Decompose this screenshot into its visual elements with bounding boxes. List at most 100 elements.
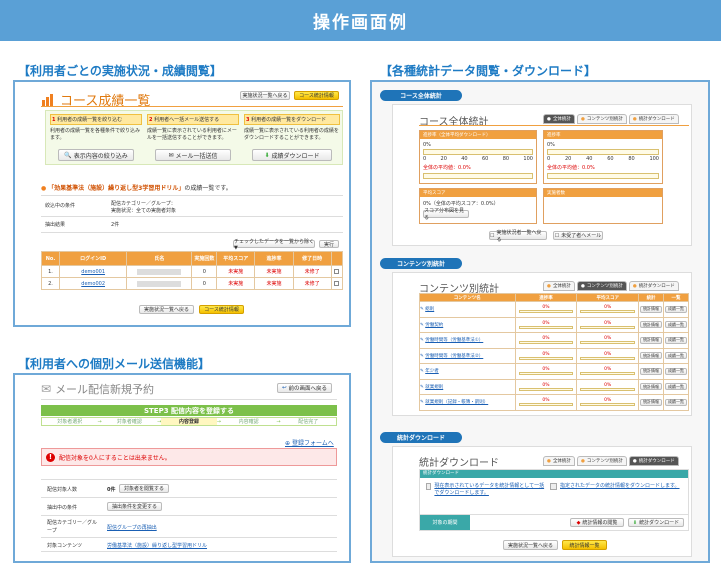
progress-bar xyxy=(518,341,574,345)
grade-list-button[interactable]: 成績一覧 xyxy=(665,398,687,406)
tab-overall[interactable]: ● 全体統計 xyxy=(543,114,575,124)
feature-3-head: 利用者の成績一覧をダウンロード xyxy=(251,117,327,123)
register-form-link-label: 登録フォームへ xyxy=(291,440,334,447)
tab-download[interactable]: ● 統計ダウンロード xyxy=(628,114,679,124)
circle-icon: ● xyxy=(547,458,551,464)
stat-cell: 統計情報 xyxy=(638,301,665,318)
stat-info-button[interactable]: 統計情報 xyxy=(640,352,663,360)
download-title: 統計ダウンロード xyxy=(419,458,499,469)
f1-value: 0件 xyxy=(107,487,116,493)
progress-right-scale-2 xyxy=(547,173,659,179)
check-action-select[interactable]: チェックしたデータを一覧から除く ▼ xyxy=(233,239,315,251)
download-back-button[interactable]: 実施状況一覧へ戻る xyxy=(503,540,558,550)
circle-icon: ● xyxy=(547,283,551,289)
list-cell: 成績一覧 xyxy=(663,378,689,395)
course-stats-button[interactable]: コース統計情報 xyxy=(294,91,339,100)
row-login-link[interactable]: demo002 xyxy=(58,277,128,290)
view-recipients-button[interactable]: 対象者を閲覧する xyxy=(119,484,169,493)
tab-overall-label: 全体統計 xyxy=(552,117,571,122)
content-name-link[interactable]: 労働時間等（労働基準法②） xyxy=(425,354,483,359)
tab-download[interactable]: ● 統計ダウンロード xyxy=(628,456,679,466)
score-cell: 0% xyxy=(576,332,640,349)
progress-left-avg: 全体の平均値：0.0% xyxy=(423,165,471,171)
stat-cell: 統計情報 xyxy=(638,363,665,380)
score-distribution-button[interactable]: スコア分布図を見る xyxy=(423,208,469,221)
content-name-link[interactable]: 労働時間等（労働基準法①） xyxy=(425,338,483,343)
stats-download-button[interactable]: ⬇ 統計ダウンロード xyxy=(628,518,684,527)
tab-download-label: 統計ダウンロード xyxy=(638,284,675,289)
col-list: 一覧 xyxy=(663,293,689,302)
tab-contents[interactable]: ● コンテンツ別統計 xyxy=(576,114,627,124)
list-cell: 成績一覧 xyxy=(663,347,689,364)
content-name-link[interactable]: 労働契約 xyxy=(425,323,443,328)
stats-view-button[interactable]: ◆ 統計情報の閲覧 xyxy=(570,518,624,527)
grades-download-button[interactable]: ⬇ 成績ダウンロード xyxy=(252,149,332,161)
f4-value-link[interactable]: 労働基準法（施設）繰り返し型学習用ドリル xyxy=(107,542,207,549)
stat-info-button[interactable]: 統計情報 xyxy=(640,305,663,313)
row-no: 2. xyxy=(41,277,60,290)
f3-value-link[interactable]: 配信グループの再抽出 xyxy=(107,524,157,531)
bulk-mail-button[interactable]: ✉ メール一括送信 xyxy=(155,149,231,161)
score-bar xyxy=(580,387,636,391)
score-cell: 0% xyxy=(576,316,640,333)
row-checkbox[interactable] xyxy=(330,277,344,290)
grade-list-button[interactable]: 成績一覧 xyxy=(665,336,687,344)
tab-contents[interactable]: ● コンテンツ別統計 xyxy=(576,281,627,291)
content-name-link[interactable]: 就業規則（記録・帳簿・罰則） xyxy=(425,400,488,405)
grade-list-button[interactable]: 成績一覧 xyxy=(665,352,687,360)
feature-3-num: 3 xyxy=(246,117,250,123)
grade-list-button[interactable]: 成績一覧 xyxy=(665,321,687,329)
content-name-link[interactable]: 総則 xyxy=(425,307,434,312)
stat-info-button[interactable]: 統計情報 xyxy=(640,383,663,391)
title-divider xyxy=(41,106,343,107)
download-item-2-text[interactable]: 指定されたデータの統計情報をダウンロードします。 xyxy=(560,483,680,490)
condition-table: 絞込中の条件 配信カテゴリー／グループ： 実施状況：全ての実施者対象 抽出結果 … xyxy=(41,195,343,233)
tab-contents[interactable]: ● コンテンツ別統計 xyxy=(576,456,627,466)
tab-overall[interactable]: ● 全体統計 xyxy=(543,456,575,466)
register-form-link[interactable]: ⊕ 登録フォームへ xyxy=(285,438,334,447)
progress-left-head: 進捗率（全体平均ダウンロード） xyxy=(420,131,536,139)
return-list-button[interactable]: ☐ 実施状況者一覧へ戻る xyxy=(489,230,547,243)
content-name-link[interactable]: 就業規則 xyxy=(425,385,443,390)
score-cell: 0% xyxy=(576,363,640,380)
stats-list-button[interactable]: 統計情報一覧 xyxy=(562,540,607,550)
tab-overall[interactable]: ● 全体統計 xyxy=(543,281,575,291)
row-name xyxy=(126,277,193,290)
unfinished-mail-button[interactable]: ☐ 未受了者へメール xyxy=(553,231,603,240)
feature-1-head: 利用者の成績一覧を絞り込む xyxy=(57,117,123,123)
mail-back-button[interactable]: ↩ 前の画面へ戻る xyxy=(277,383,332,393)
stat-info-button[interactable]: 統計情報 xyxy=(640,336,663,344)
score-bar xyxy=(580,325,636,329)
tab-contents-label: コンテンツ別統計 xyxy=(586,459,623,464)
row-checkbox[interactable] xyxy=(330,265,344,278)
table-row: 1. demo001 0 未実施 未実施 未修了 xyxy=(41,265,344,278)
grade-list-button[interactable]: 成績一覧 xyxy=(665,367,687,375)
back-to-status-button[interactable]: 実施状況一覧へ戻る xyxy=(240,91,290,100)
download-box-head: 統計ダウンロード xyxy=(420,470,688,478)
progress-right-scale xyxy=(547,149,659,155)
feature-3: 3 利用者の成績一覧をダウンロード 成績一覧に表示されている利用者の成績をダウン… xyxy=(244,114,340,142)
row-login-link[interactable]: demo001 xyxy=(58,265,128,278)
change-conditions-button[interactable]: 抽出条件を変更する xyxy=(107,502,162,511)
count-label: 抽出結果 xyxy=(45,222,66,228)
grade-list-button[interactable]: 成績一覧 xyxy=(665,383,687,391)
grade-list-button[interactable]: 成績一覧 xyxy=(665,305,687,313)
mail-title: メール配信新規予約 xyxy=(55,383,155,396)
bar-chart-icon xyxy=(42,93,53,106)
stat-info-button[interactable]: 統計情報 xyxy=(640,321,663,329)
back-to-status-bottom-button[interactable]: 実施状況一覧へ戻る xyxy=(139,305,194,314)
course-name: 「効果基準法（施設）繰り返し型3学習用ドリル」 xyxy=(48,185,185,192)
download-item-1-text[interactable]: 現在表示されているデータを統計情報として一括でダウンロードします。 xyxy=(434,483,546,497)
contents-tabs: ● 全体統計 ● コンテンツ別統計 ● 統計ダウンロード xyxy=(543,281,679,291)
course-stats-bottom-button[interactable]: コース統計情報 xyxy=(199,305,244,314)
filter-button[interactable]: 🔍 表示内容の絞り込み xyxy=(58,149,134,161)
col-count: 実施回数 xyxy=(191,251,218,266)
pencil-icon: ✎ xyxy=(420,307,424,313)
tab-download[interactable]: ● 統計ダウンロード xyxy=(628,281,679,291)
list-cell: 成績一覧 xyxy=(663,363,689,380)
stat-info-button[interactable]: 統計情報 xyxy=(640,398,663,406)
f3-label: 配信カテゴリー／グループ xyxy=(47,520,98,534)
stat-info-button[interactable]: 統計情報 xyxy=(640,367,663,375)
content-name-link[interactable]: 年少者 xyxy=(425,369,439,374)
check-exec-button[interactable]: 実行 xyxy=(319,240,339,248)
